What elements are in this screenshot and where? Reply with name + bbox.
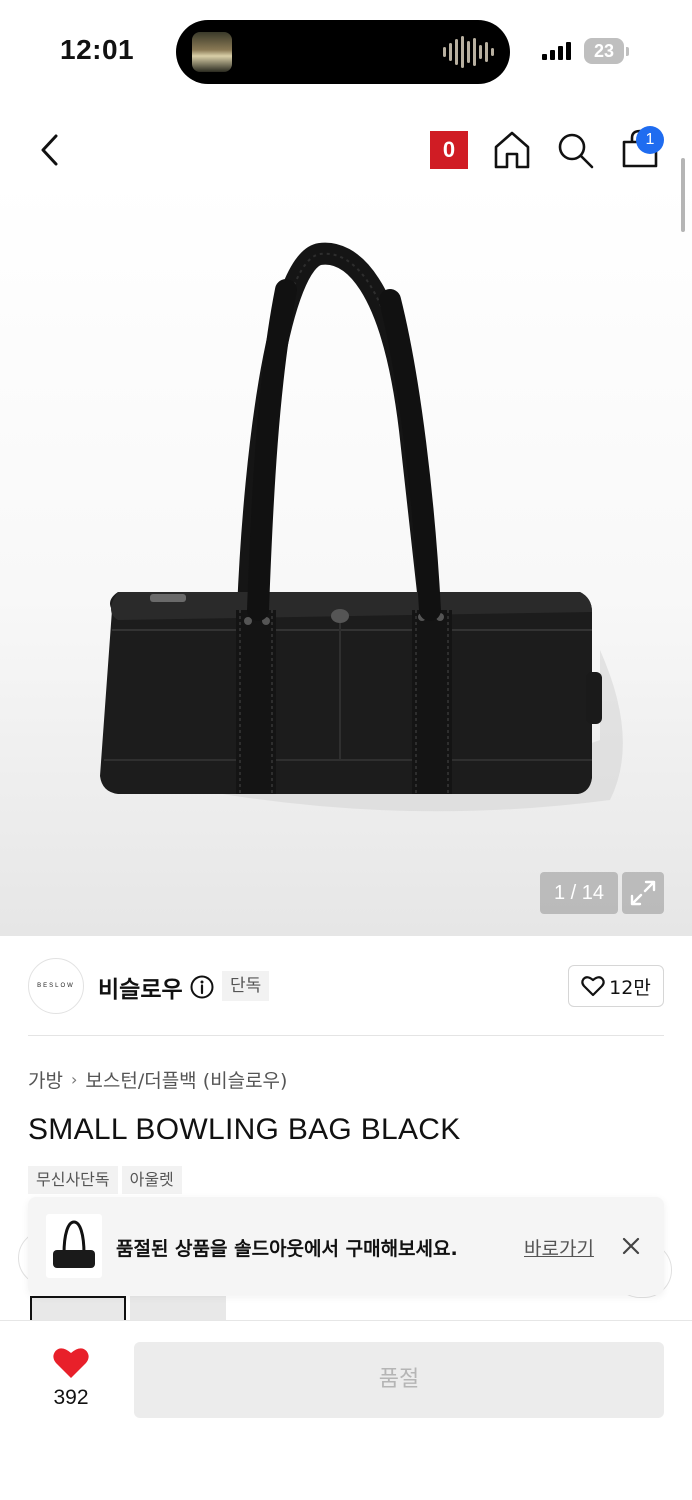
tag: 아울렛 [121,1166,182,1194]
toast-message: 품절된 상품을 솔드아웃에서 구매해보세요. [116,1238,458,1260]
heart-outline-icon [581,976,605,997]
divider [28,1035,664,1036]
breadcrumb-category[interactable]: 가방 [28,1066,63,1093]
product-tags: 무신사단독 아울렛 [28,1166,182,1194]
breadcrumb-subcategory[interactable]: 보스턴/더플백 (비슬로우) [85,1066,287,1093]
cellular-signal-icon [542,42,571,60]
points-badge[interactable]: 0 [430,131,468,169]
search-icon [558,133,594,169]
product-title: SMALL BOWLING BAG BLACK [28,1113,461,1146]
cart-count-badge: 1 [636,126,664,154]
audio-waveform-icon [443,36,494,68]
battery-tip [626,47,629,56]
home-button[interactable] [493,130,531,170]
toast-close-button[interactable] [620,1235,642,1257]
battery-icon: 23 [584,38,624,64]
breadcrumb: 가방 › 보스턴/더플백 (비슬로우) [28,1066,287,1093]
wishlist-button[interactable] [52,1346,90,1380]
soldout-toast: 품절된 상품을 솔드아웃에서 구매해보세요. 바로가기 [28,1197,664,1295]
status-bar: 12:01 23 [0,0,692,100]
image-counter: 1 / 14 [540,872,618,914]
heart-filled-icon [53,1348,89,1378]
toast-product-thumbnail [46,1214,102,1278]
info-icon[interactable] [190,975,214,999]
wishlist-count: 392 [53,1386,89,1409]
brand-like-button[interactable]: 12만 [568,965,664,1007]
toast-shortcut-link[interactable]: 바로가기 [524,1234,594,1261]
chevron-left-icon [41,134,58,166]
dynamic-island [176,20,510,84]
status-time: 12:01 [60,34,135,65]
brand-like-count: 12만 [609,976,651,999]
bag-photo [100,242,623,812]
tag: 무신사단독 [28,1166,118,1194]
info-circle-icon [190,975,214,999]
home-icon [494,131,530,169]
bag-thumbnail [53,1220,95,1268]
scroll-indicator[interactable] [681,158,685,232]
expand-arrows-icon [630,880,656,906]
brand-logo[interactable]: BESLOW [28,958,84,1014]
product-image[interactable] [0,180,692,936]
exclusive-badge: 단독 [222,971,270,1001]
soldout-button: 품절 [134,1342,664,1418]
expand-image-button[interactable] [622,872,664,914]
brand-name[interactable]: 비슬로우 [98,970,183,1004]
chevron-right-icon: › [70,1070,78,1089]
search-button[interactable] [556,131,594,169]
close-icon [622,1237,640,1255]
now-playing-artwork [192,32,232,72]
back-button[interactable] [34,130,66,170]
